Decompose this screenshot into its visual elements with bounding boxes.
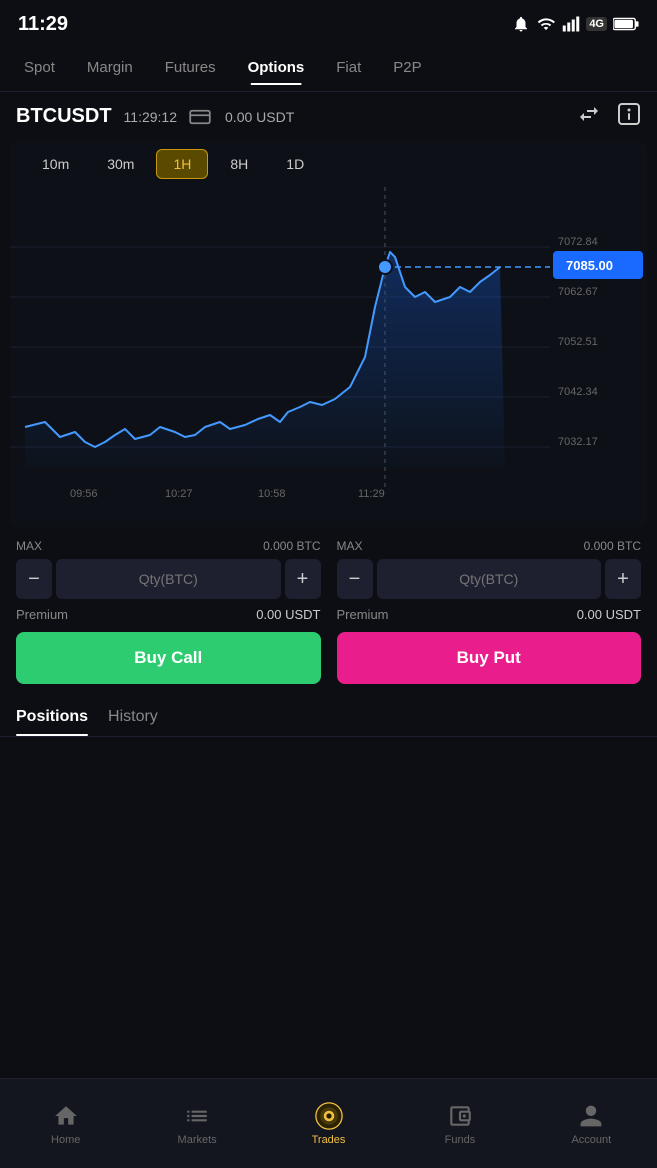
trades-icon	[315, 1102, 343, 1130]
call-qty-increase[interactable]: +	[285, 559, 321, 599]
call-premium-label: Premium	[16, 607, 68, 622]
positions-tabs: Positions History	[0, 692, 657, 737]
put-premium-label: Premium	[337, 607, 389, 622]
call-qty-input[interactable]	[56, 559, 281, 599]
bottom-nav: Home Markets Trades Funds Account	[0, 1078, 657, 1168]
tab-futures[interactable]: Futures	[151, 51, 230, 84]
call-qty-row: − +	[16, 559, 321, 599]
funds-icon	[446, 1102, 474, 1130]
market-balance: 0.00 USDT	[225, 109, 294, 125]
call-max-value: 0.000 BTC	[263, 539, 320, 553]
tab-spot[interactable]: Spot	[10, 51, 69, 84]
transfer-icon[interactable]	[577, 102, 601, 131]
nav-markets[interactable]: Markets	[131, 1102, 262, 1146]
svg-text:7062.67: 7062.67	[558, 286, 598, 298]
svg-text:09:56: 09:56	[70, 488, 98, 500]
status-time: 11:29	[18, 13, 68, 36]
tf-1h[interactable]: 1H	[156, 149, 208, 179]
network-badge: 4G	[586, 17, 607, 31]
put-max-value: 0.000 BTC	[584, 539, 641, 553]
tab-fiat[interactable]: Fiat	[322, 51, 375, 84]
trading-panel: MAX 0.000 BTC − + Premium 0.00 USDT Buy …	[0, 527, 657, 692]
tf-8h[interactable]: 8H	[214, 150, 264, 178]
svg-text:11:29: 11:29	[358, 488, 385, 500]
tf-1d[interactable]: 1D	[270, 150, 320, 178]
chart-container: 10m 30m 1H 8H 1D	[10, 141, 647, 527]
wifi-icon	[536, 15, 556, 33]
put-qty-increase[interactable]: +	[605, 559, 641, 599]
tf-30m[interactable]: 30m	[91, 150, 150, 178]
market-header: BTCUSDT 11:29:12 0.00 USDT	[0, 92, 657, 141]
status-icons: 4G	[512, 15, 639, 33]
put-max-row: MAX 0.000 BTC	[337, 539, 642, 553]
call-premium-row: Premium 0.00 USDT	[16, 607, 321, 622]
signal-icon	[562, 15, 580, 33]
put-qty-decrease[interactable]: −	[337, 559, 373, 599]
nav-account[interactable]: Account	[526, 1102, 657, 1146]
market-pair[interactable]: BTCUSDT	[16, 105, 112, 128]
nav-markets-label: Markets	[178, 1134, 217, 1146]
nav-funds[interactable]: Funds	[394, 1102, 525, 1146]
info-icon[interactable]	[617, 102, 641, 131]
tab-margin[interactable]: Margin	[73, 51, 147, 84]
market-time: 11:29:12	[124, 109, 177, 125]
home-icon	[52, 1102, 80, 1130]
put-premium-value: 0.00 USDT	[577, 607, 641, 622]
tab-options[interactable]: Options	[234, 51, 319, 84]
buy-call-button[interactable]: Buy Call	[16, 632, 321, 684]
put-max-label: MAX	[337, 539, 363, 553]
buy-put-button[interactable]: Buy Put	[337, 632, 642, 684]
svg-text:7085.00: 7085.00	[566, 258, 613, 273]
account-icon	[577, 1102, 605, 1130]
put-qty-input[interactable]	[377, 559, 602, 599]
svg-text:7032.17: 7032.17	[558, 436, 598, 448]
put-premium-row: Premium 0.00 USDT	[337, 607, 642, 622]
status-bar: 11:29 4G	[0, 0, 657, 44]
svg-text:7042.34: 7042.34	[558, 386, 598, 398]
svg-text:10:27: 10:27	[165, 488, 193, 500]
call-max-row: MAX 0.000 BTC	[16, 539, 321, 553]
timeframe-bar: 10m 30m 1H 8H 1D	[10, 141, 647, 187]
battery-icon	[613, 17, 639, 31]
put-side: MAX 0.000 BTC − + Premium 0.00 USDT Buy …	[337, 539, 642, 684]
nav-account-label: Account	[571, 1134, 611, 1146]
call-max-label: MAX	[16, 539, 42, 553]
svg-text:10:58: 10:58	[258, 488, 286, 500]
call-qty-decrease[interactable]: −	[16, 559, 52, 599]
tab-history[interactable]: History	[108, 708, 158, 736]
card-icon	[189, 109, 211, 125]
market-actions	[577, 102, 641, 131]
tab-p2p[interactable]: P2P	[379, 51, 435, 84]
tab-positions[interactable]: Positions	[16, 708, 88, 736]
tf-10m[interactable]: 10m	[26, 150, 85, 178]
svg-text:7072.84: 7072.84	[558, 236, 598, 248]
price-chart: 7085.00 7072.84 7062.67 7052.51 7042.34 …	[10, 187, 647, 527]
nav-home[interactable]: Home	[0, 1102, 131, 1146]
nav-home-label: Home	[51, 1134, 80, 1146]
nav-funds-label: Funds	[445, 1134, 476, 1146]
nav-trades-label: Trades	[312, 1134, 346, 1146]
put-qty-row: − +	[337, 559, 642, 599]
svg-text:7052.51: 7052.51	[558, 336, 598, 348]
call-side: MAX 0.000 BTC − + Premium 0.00 USDT Buy …	[16, 539, 321, 684]
call-premium-value: 0.00 USDT	[256, 607, 320, 622]
alarm-icon	[512, 15, 530, 33]
markets-icon	[183, 1102, 211, 1130]
nav-tabs: Spot Margin Futures Options Fiat P2P	[0, 44, 657, 92]
nav-trades[interactable]: Trades	[263, 1102, 394, 1146]
